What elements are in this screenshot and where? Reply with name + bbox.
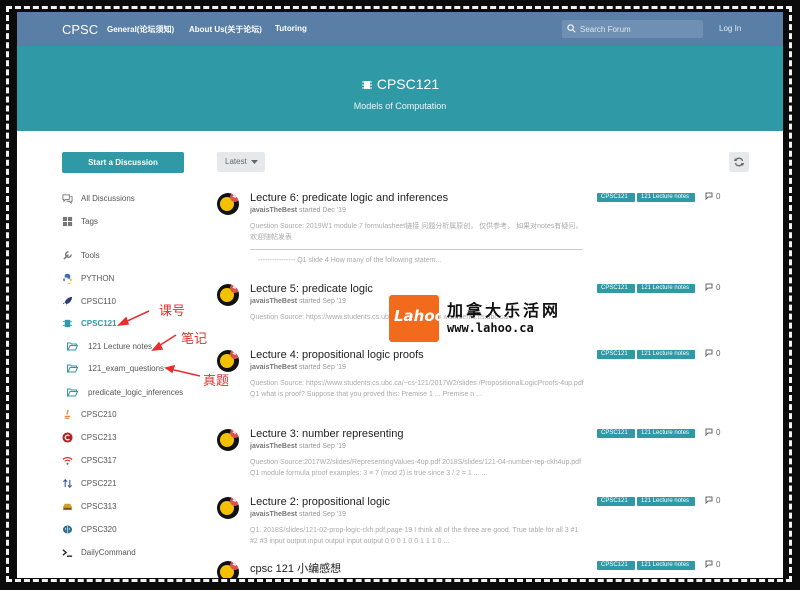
discussion-excerpt: Q1. 2018S/slides/121-02-prop-logic-ckh.p…	[250, 527, 579, 545]
avatar[interactable]: ✱	[217, 284, 239, 306]
avatar[interactable]: ✱	[217, 561, 239, 578]
caret-down-icon	[251, 160, 258, 164]
started-time: started Sep '19	[299, 443, 346, 450]
tag-label-cpsc121[interactable]: CPSC121	[597, 284, 635, 293]
refresh-button[interactable]	[729, 152, 749, 172]
pin-icon: ✱	[230, 497, 239, 506]
comment-icon	[705, 283, 713, 292]
reply-count: 0	[705, 560, 720, 569]
watermark-url: www.lahoo.ca	[447, 321, 534, 335]
tag-label-cpsc121[interactable]: CPSC121	[597, 429, 635, 438]
discussion-meta: javaisTheBest started Sep '19	[250, 298, 346, 305]
annotation-notes: 笔记	[181, 331, 208, 346]
discussion-title[interactable]: Lecture 6: predicate logic and inference…	[250, 192, 448, 204]
sort-label: Latest	[225, 157, 247, 166]
tag-label-cpsc121[interactable]: CPSC121	[597, 561, 635, 570]
comment-icon	[705, 192, 713, 201]
discussion-excerpt-continued: ---------------- Q1 slide 4 How many of …	[258, 257, 442, 264]
pin-icon: ✱	[230, 193, 239, 202]
avatar[interactable]: ✱	[217, 497, 239, 519]
tag-label-lecture-notes[interactable]: 121 Lecture notes	[637, 429, 695, 438]
author-name[interactable]: javaisTheBest	[250, 298, 297, 305]
pin-icon: ✱	[230, 429, 239, 438]
reply-count: 0	[705, 428, 720, 437]
discussion-title[interactable]: Lecture 3: number representing	[250, 428, 403, 440]
comment-icon	[705, 496, 713, 505]
discussion-title[interactable]: Lecture 4: propositional logic proofs	[250, 349, 424, 361]
forum-page: CPSC General(论坛须知) About Us(关于论坛) Tutori…	[17, 12, 783, 578]
reply-count: 0	[705, 349, 720, 358]
pin-icon: ✱	[230, 350, 239, 359]
discussion-meta: javaisTheBest started Sep '19	[250, 511, 346, 518]
author-name[interactable]: javaisTheBest	[250, 511, 297, 518]
comment-icon	[705, 428, 713, 437]
comment-icon	[705, 349, 713, 358]
discussion-excerpt: Question Source: https://www.students.cs…	[250, 380, 584, 398]
comment-icon	[705, 560, 713, 569]
tag-label-lecture-notes[interactable]: 121 Lecture notes	[637, 193, 695, 202]
discussion-item[interactable]: ✱ Lecture 3: number representing javaisT…	[217, 428, 757, 491]
watermark-text: 加拿大乐活网	[447, 303, 562, 320]
discussion-item[interactable]: ✱ Lecture 6: predicate logic and inferen…	[217, 192, 757, 273]
watermark: Lahoo 加拿大乐活网 www.lahoo.ca	[389, 295, 599, 342]
arrow-head	[116, 316, 130, 327]
avatar[interactable]: ✱	[217, 350, 239, 372]
pin-icon: ✱	[230, 561, 239, 570]
discussion-meta: javaisTheBest started Sep '19	[250, 443, 346, 450]
author-name[interactable]: javaisTheBest	[250, 207, 297, 214]
discussion-title[interactable]: cpsc 121 小编感想	[250, 560, 341, 576]
started-time: started Sep '19	[299, 511, 346, 518]
watermark-badge: Lahoo	[389, 295, 445, 342]
tag-label-lecture-notes[interactable]: 121 Lecture notes	[637, 284, 695, 293]
refresh-icon	[734, 157, 744, 167]
avatar[interactable]: ✱	[217, 429, 239, 451]
tag-label-cpsc121[interactable]: CPSC121	[597, 497, 635, 506]
tag-label-cpsc121[interactable]: CPSC121	[597, 193, 635, 202]
discussion-excerpt: Question Source: 2019W1 module 7 formula…	[250, 223, 583, 241]
annotation-course-code: 课号	[159, 303, 186, 318]
pin-icon: ✱	[230, 284, 239, 293]
tag-label-cpsc121[interactable]: CPSC121	[597, 350, 635, 359]
divider	[250, 249, 583, 250]
author-name[interactable]: javaisTheBest	[250, 443, 297, 450]
reply-count: 0	[705, 496, 720, 505]
tag-label-lecture-notes[interactable]: 121 Lecture notes	[637, 497, 695, 506]
discussion-meta: javaisTheBest started Sep '19	[250, 364, 346, 371]
arrow-head	[164, 364, 176, 374]
avatar[interactable]: ✱	[217, 193, 239, 215]
tag-label-lecture-notes[interactable]: 121 Lecture notes	[637, 350, 695, 359]
discussion-excerpt: Question Source:2017W2/slides/Representi…	[250, 459, 582, 477]
discussion-meta: javaisTheBest started Dec '19	[250, 207, 346, 214]
started-time: started Dec '19	[299, 207, 346, 214]
discussion-item[interactable]: ✱ Lecture 4: propositional logic proofs …	[217, 349, 757, 412]
reply-count: 0	[705, 283, 720, 292]
arrow-to-exam-questions	[169, 368, 201, 377]
started-time: started Sep '19	[299, 298, 346, 305]
discussion-item[interactable]: ✱ cpsc 121 小编感想 CPSC121 121 Lecture note…	[217, 560, 757, 578]
discussion-title[interactable]: Lecture 5: predicate logic	[250, 283, 373, 295]
reply-count: 0	[705, 192, 720, 201]
tag-label-lecture-notes[interactable]: 121 Lecture notes	[637, 561, 695, 570]
author-name[interactable]: javaisTheBest	[250, 364, 297, 371]
started-time: started Sep '19	[299, 364, 346, 371]
sort-dropdown[interactable]: Latest	[217, 152, 265, 172]
discussion-title[interactable]: Lecture 2: propositional logic	[250, 496, 390, 508]
discussion-item[interactable]: ✱ Lecture 2: propositional logic javaisT…	[217, 496, 757, 559]
